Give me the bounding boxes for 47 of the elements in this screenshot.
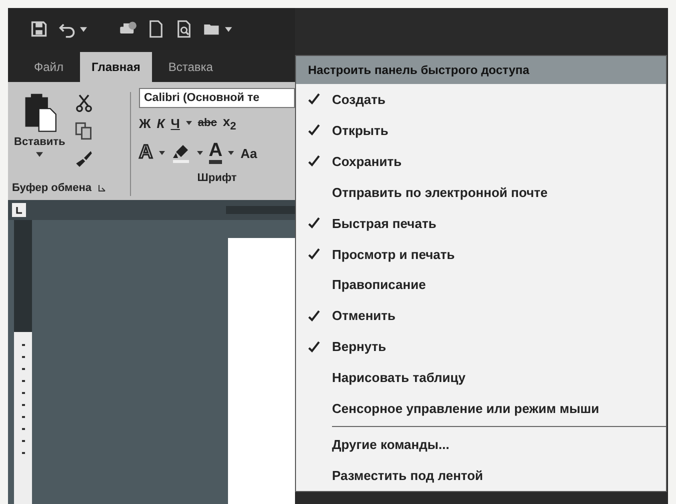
save-icon[interactable] <box>30 20 48 38</box>
menu-item[interactable]: Быстрая печать <box>296 208 666 239</box>
font-color-button[interactable]: А <box>208 142 222 164</box>
format-button[interactable]: К <box>156 116 165 130</box>
menu-title: Настроить панель быстрого доступа <box>296 56 666 84</box>
menu-item[interactable]: Отменить <box>296 300 666 332</box>
menu-item[interactable]: Вернуть <box>296 331 666 362</box>
caret-icon[interactable] <box>80 26 87 32</box>
horizontal-ruler <box>226 206 295 214</box>
brush-icon[interactable] <box>75 150 94 168</box>
menu-item[interactable]: Нарисовать таблицу <box>296 362 666 394</box>
paste-button[interactable]: Вставить <box>12 88 68 178</box>
highlighter-icon[interactable] <box>170 143 191 163</box>
menu-item[interactable]: Открыть <box>296 114 666 146</box>
strikethrough-button[interactable]: abc <box>198 117 217 129</box>
clipboard-icon <box>22 92 57 132</box>
new-document-icon[interactable] <box>147 20 165 38</box>
menu-item[interactable]: Сенсорное управление или режим мыши <box>296 393 666 424</box>
caret-icon <box>36 152 44 157</box>
menu-item[interactable]: Разместить под лентой <box>296 460 666 491</box>
dialog-launcher-icon[interactable] <box>98 184 106 192</box>
menu-item[interactable]: Правописание <box>296 270 666 300</box>
menu-item[interactable]: Сохранить <box>296 146 666 177</box>
ribbon-tab[interactable]: Главная <box>80 52 152 82</box>
menu-item[interactable]: Просмотр и печать <box>296 238 666 270</box>
group-label: Шрифт <box>197 172 237 184</box>
tab-selector-icon[interactable] <box>12 203 26 217</box>
copy-icon[interactable] <box>75 122 94 140</box>
ribbon-tab[interactable]: Вставка <box>156 52 225 82</box>
caret-icon[interactable] <box>196 151 203 155</box>
subscript-button[interactable]: x$_{2}$ <box>222 114 236 132</box>
font-name-field[interactable]: Calibri (Основной те <box>139 88 295 108</box>
group-label: Буфер обмена <box>12 182 92 194</box>
ribbon-tab[interactable]: Файл <box>22 52 76 82</box>
menu-item[interactable]: Создать <box>296 84 666 115</box>
format-button[interactable]: Ж <box>139 116 151 130</box>
scissors-icon[interactable] <box>75 94 94 112</box>
menu-item[interactable]: Другие команды... <box>296 429 666 460</box>
change-case-button[interactable]: Aa <box>240 146 258 160</box>
caret-icon[interactable] <box>225 26 232 32</box>
caret-icon[interactable] <box>228 151 234 155</box>
caret-icon[interactable] <box>186 121 192 125</box>
menu-item[interactable]: Отправить по электронной почте <box>296 176 666 208</box>
print-preview-icon[interactable] <box>175 20 193 38</box>
text-effects-button[interactable]: A <box>139 142 153 164</box>
format-button[interactable]: Ч <box>170 116 180 130</box>
caret-icon[interactable] <box>158 151 165 155</box>
